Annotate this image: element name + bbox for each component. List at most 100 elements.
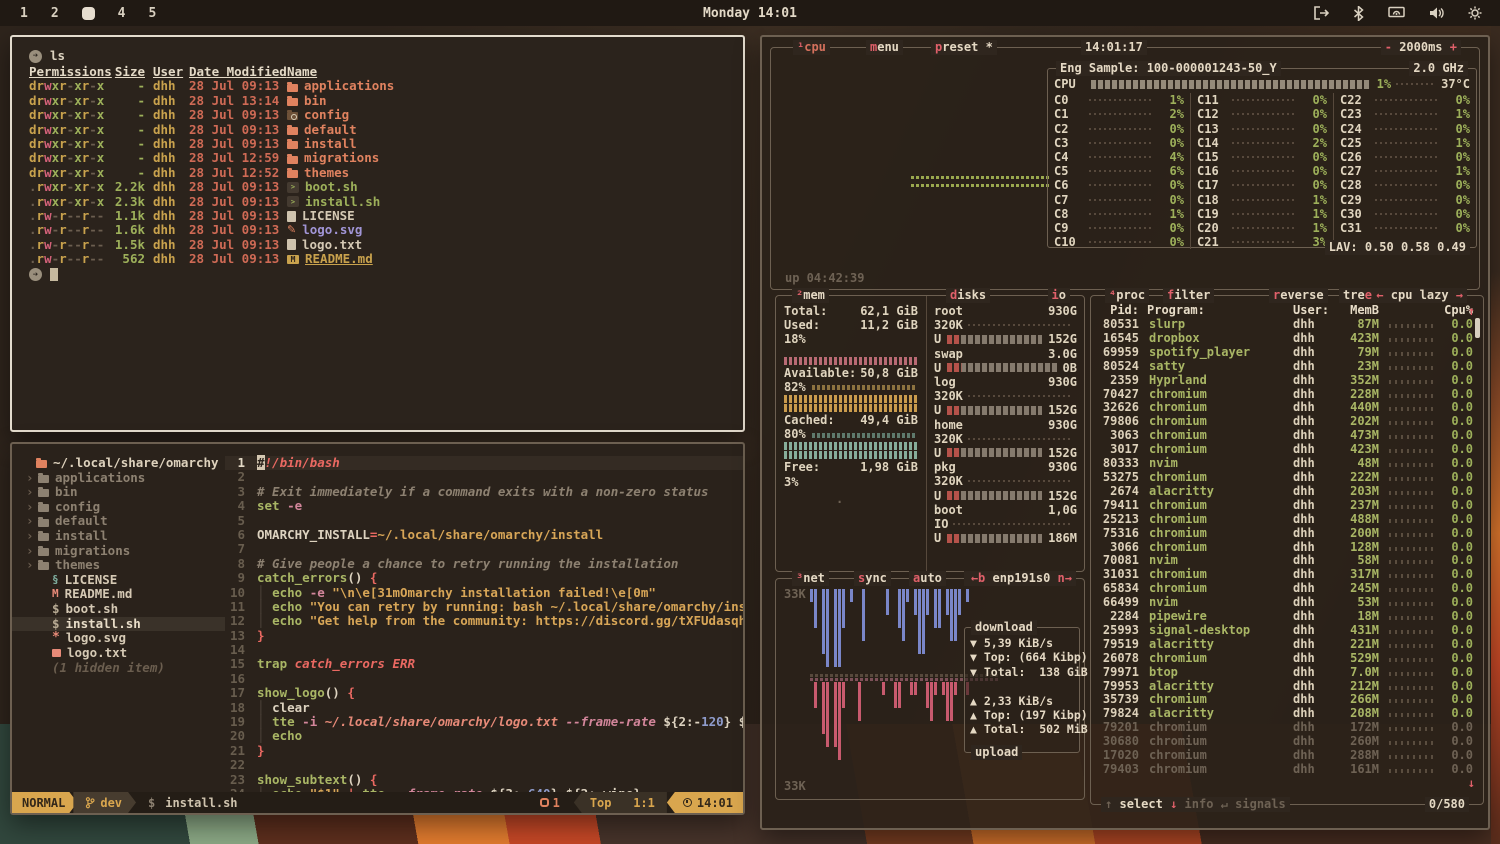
process-row[interactable]: 2674alacrittydhh203M0.0 — [1091, 484, 1483, 498]
cpu-core-row: C240% — [1334, 122, 1476, 136]
ls-header-row: Permissions Size User Date Modified Name — [29, 65, 743, 79]
process-row[interactable]: 25213chromiumdhh488M0.0 — [1091, 512, 1483, 526]
process-row[interactable]: 3063chromiumdhh473M0.0 — [1091, 428, 1483, 442]
tree-item-boot.sh[interactable]: $boot.sh — [12, 602, 225, 617]
update-interval[interactable]: - 2000ms + — [1381, 40, 1461, 55]
folder-icon — [287, 170, 298, 178]
tree-item-install[interactable]: ›install — [12, 529, 225, 544]
load-average: LAV: 0.50 0.58 0.49 — [1325, 240, 1470, 255]
process-row[interactable]: 3066chromiumdhh128M0.0 — [1091, 540, 1483, 554]
process-row[interactable]: 32626chromiumdhh440M0.0 — [1091, 400, 1483, 414]
process-row[interactable]: 31031chromiumdhh317M0.0 — [1091, 567, 1483, 581]
cpu-core-row: C70% — [1048, 193, 1190, 207]
uptime: up 04:42:39 — [785, 271, 864, 285]
disk-name-row: root930G — [927, 304, 1084, 318]
tree-item-themes[interactable]: ›themes — [12, 558, 225, 573]
scroll-more-arrow[interactable]: ↓ — [1468, 776, 1475, 790]
process-row[interactable]: 2284pipewiredhh18M0.0 — [1091, 609, 1483, 623]
process-row[interactable]: 75316chromiumdhh200M0.0 — [1091, 526, 1483, 540]
process-row[interactable]: 79824alacrittydhh208M0.0 — [1091, 706, 1483, 720]
proc-box-title[interactable]: ⁴proc — [1105, 288, 1149, 303]
proc-tree-button[interactable]: tree — [1339, 288, 1376, 303]
mem-disks-box: ²mem disks io Total:62,1 GiB Used:11,2 G… — [775, 295, 1085, 572]
disk-used-meter — [947, 448, 1042, 457]
process-row[interactable]: 80524sattydhh23M0.0 — [1091, 359, 1483, 373]
vim-mode-badge: NORMAL — [12, 792, 77, 813]
tree-item-LICENSE[interactable]: §LICENSE — [12, 573, 225, 588]
net-box-title[interactable]: ³net — [792, 571, 829, 586]
process-row[interactable]: 79806chromiumdhh202M0.0 — [1091, 414, 1483, 428]
process-row[interactable]: 80333nvimdhh48M0.0 — [1091, 456, 1483, 470]
process-row[interactable]: 30680chromiumdhh260M0.0 — [1091, 734, 1483, 748]
process-row[interactable]: 65834chromiumdhh245M0.0 — [1091, 581, 1483, 595]
editor-window-nvim[interactable]: ~/.local/share/omarchy ›applications›bin… — [10, 442, 745, 815]
process-row[interactable]: 79971btopdhh7.0M0.0 — [1091, 665, 1483, 679]
tree-item-logo.svg[interactable]: *logo.svg — [12, 631, 225, 646]
process-row[interactable]: 79519alacrittydhh221M0.0 — [1091, 637, 1483, 651]
clock: Monday 14:01 — [0, 6, 1500, 21]
ls-row: drwxr-xr-x-dhh28 Jul 09:13applications — [29, 79, 743, 93]
tree-item-logo.txt[interactable]: logo.txt — [12, 646, 225, 661]
proc-sort-selector[interactable]: ← cpu lazy → — [1372, 288, 1467, 303]
system-monitor-window-btop[interactable]: ¹cpu menu preset * 14:01:17 - 2000ms + E… — [760, 35, 1490, 830]
proc-reverse-button[interactable]: reverse — [1269, 288, 1328, 303]
process-row[interactable]: 70427chromiumdhh228M0.0 — [1091, 387, 1483, 401]
io-tab[interactable]: io — [1048, 288, 1070, 303]
terminal-window-ls[interactable]: ➔ ls Permissions Size User Date Modified… — [10, 35, 745, 432]
proc-footer-keys[interactable]: ↑ select ↓ info ↵ signals — [1101, 797, 1290, 812]
disk-used-row: U152G — [927, 446, 1084, 460]
script-icon: $ — [52, 617, 60, 632]
net-auto-tab[interactable]: auto — [909, 571, 946, 586]
process-row[interactable]: 80531slurpdhh87M0.0 — [1091, 317, 1483, 331]
code-editor[interactable]: 1#!/bin/bash23# Exit immediately if a co… — [225, 444, 743, 792]
upload-label: upload — [971, 745, 1022, 760]
cpu-frequency: 2.0 GHz — [1409, 61, 1468, 76]
disks-panel: root930G320KU152Gswap3.0GU0Blog930G320KU… — [926, 296, 1084, 571]
process-row[interactable]: 2359Hyprlanddhh352M0.0 — [1091, 373, 1483, 387]
process-row[interactable]: 35739chromiumdhh266M0.0 — [1091, 692, 1483, 706]
disks-tab[interactable]: disks — [946, 288, 990, 303]
tree-item-install.sh[interactable]: $install.sh — [12, 617, 225, 632]
file-icon: > — [287, 182, 299, 193]
cpu-core-row: C56% — [1048, 164, 1190, 178]
process-row[interactable]: 25993signal-desktopdhh431M0.0 — [1091, 623, 1483, 637]
cpu-core-row: C100% — [1048, 235, 1190, 249]
top-bar: 1245 Monday 14:01 — [0, 0, 1500, 26]
process-row[interactable]: 17020chromiumdhh288M0.0 — [1091, 748, 1483, 762]
process-row[interactable]: 70081nvimdhh58M0.0 — [1091, 553, 1483, 567]
proc-scrollbar[interactable] — [1475, 318, 1480, 338]
sort-direction-arrow[interactable]: ↑ — [1468, 304, 1475, 318]
disk-used-meter — [947, 534, 1042, 543]
mem-box-title[interactable]: ²mem — [792, 288, 829, 303]
process-row[interactable]: 66499nvimdhh53M0.0 — [1091, 595, 1483, 609]
cpu-core-row: C44% — [1048, 150, 1190, 164]
preset-button[interactable]: preset * — [931, 40, 997, 55]
ls-row: .rwxr-xr-x2.3kdhh28 Jul 09:13>install.sh — [29, 195, 743, 209]
process-row[interactable]: 79953alacrittydhh212M0.0 — [1091, 679, 1483, 693]
disk-rate-row: 320K — [927, 474, 1084, 488]
process-row[interactable]: 3017chromiumdhh423M0.0 — [1091, 442, 1483, 456]
menu-button[interactable]: menu — [866, 40, 903, 55]
prompt-line-empty[interactable]: ➔ — [29, 267, 743, 282]
process-row[interactable]: 53275chromiumdhh222M0.0 — [1091, 470, 1483, 484]
net-interface-selector[interactable]: ←b enp191s0 n→ — [967, 571, 1076, 586]
proc-box: ⁴proc filter reverse tree ← cpu lazy → P… — [1090, 295, 1484, 805]
process-row[interactable]: 79201chromiumdhh172M0.0 — [1091, 720, 1483, 734]
process-row[interactable]: 79411chromiumdhh237M0.0 — [1091, 498, 1483, 512]
download-label: download — [971, 620, 1037, 635]
tree-item-default[interactable]: ›default — [12, 514, 225, 529]
tree-item-applications[interactable]: ›applications — [12, 471, 225, 486]
tree-item-migrations[interactable]: ›migrations — [12, 544, 225, 559]
process-row[interactable]: 79403chromiumdhh161M0.0 — [1091, 762, 1483, 776]
process-row[interactable]: 69959spotify_playerdhh79M0.0 — [1091, 345, 1483, 359]
process-row[interactable]: 26078chromiumdhh529M0.0 — [1091, 651, 1483, 665]
tree-item-config[interactable]: ›config — [12, 500, 225, 515]
cpu-box-title[interactable]: ¹cpu — [793, 40, 830, 55]
code-line-12: 12│ echo "Get help from the community: h… — [225, 614, 743, 628]
process-row[interactable]: 16545dropboxdhh423M0.0 — [1091, 331, 1483, 345]
tree-item-README.md[interactable]: MREADME.md — [12, 587, 225, 602]
proc-filter-button[interactable]: filter — [1163, 288, 1214, 303]
file-tree-root[interactable]: ~/.local/share/omarchy — [12, 456, 225, 471]
tree-item-bin[interactable]: ›bin — [12, 485, 225, 500]
net-sync-tab[interactable]: sync — [854, 571, 891, 586]
